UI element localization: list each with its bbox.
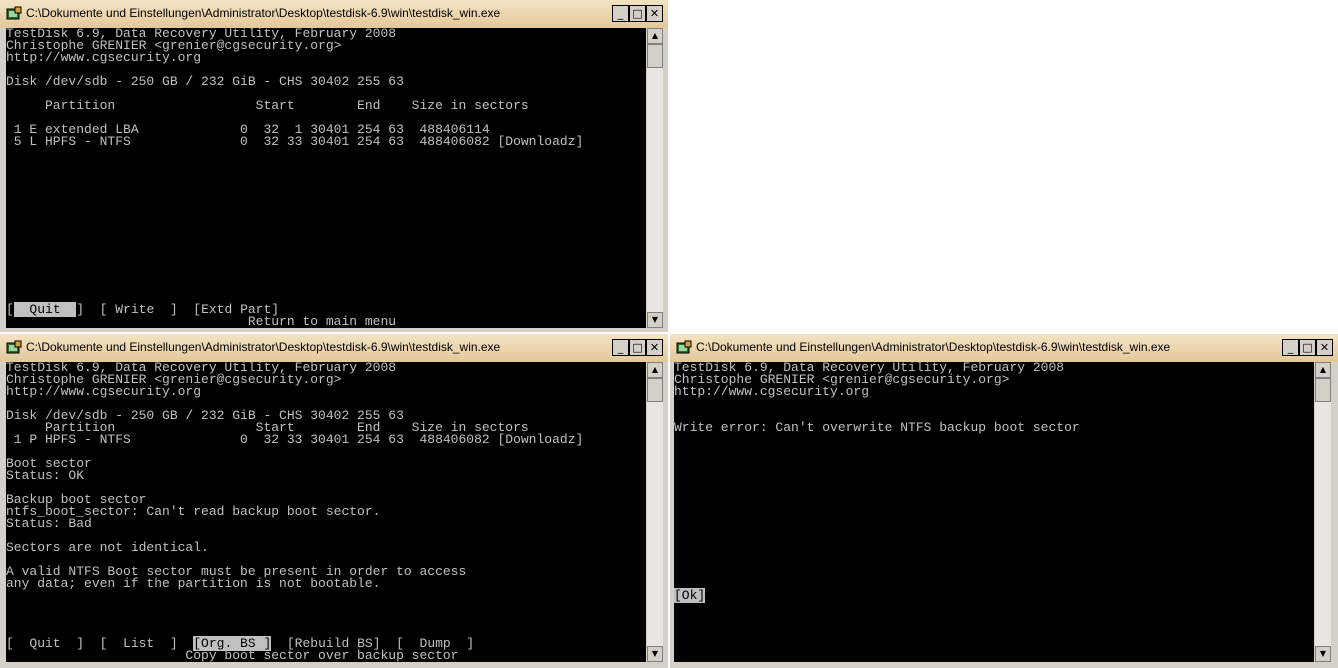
header-line: http://www.cgsecurity.org bbox=[674, 384, 870, 399]
partition-row[interactable]: 5 L HPFS - NTFS 0 32 33 30401 254 63 488… bbox=[6, 135, 646, 148]
console-area[interactable]: TestDisk 6.9, Data Recovery Utility, Feb… bbox=[674, 362, 1314, 662]
console-app-icon bbox=[676, 340, 692, 354]
header-line: http://www.cgsecurity.org bbox=[6, 384, 202, 399]
backup-error-text: ntfs_boot_sector: Can't read backup boot… bbox=[6, 504, 381, 519]
vertical-scrollbar[interactable]: ▲ ▼ bbox=[647, 362, 663, 662]
write-error-text: Write error: Can't overwrite NTFS backup… bbox=[674, 420, 1080, 435]
scroll-up-arrow-icon[interactable]: ▲ bbox=[1315, 362, 1331, 378]
scroll-down-arrow-icon[interactable]: ▼ bbox=[647, 312, 663, 328]
close-button[interactable]: ✕ bbox=[1316, 339, 1333, 356]
scroll-thumb[interactable] bbox=[647, 44, 663, 68]
testdisk-window-boot-sector[interactable]: C:\Dokumente und Einstellungen\Administr… bbox=[0, 334, 668, 668]
partition-row: 1 P HPFS - NTFS 0 32 33 30401 254 63 488… bbox=[6, 432, 584, 447]
window-title: C:\Dokumente und Einstellungen\Administr… bbox=[696, 340, 1171, 354]
not-identical-text: Sectors are not identical. bbox=[6, 540, 209, 555]
maximize-button[interactable]: □ bbox=[629, 5, 646, 22]
minimize-button[interactable]: _ bbox=[612, 5, 629, 22]
disk-info: Disk /dev/sdb - 250 GB / 232 GiB - CHS 3… bbox=[6, 74, 404, 89]
console-app-icon bbox=[6, 340, 22, 354]
scroll-up-arrow-icon[interactable]: ▲ bbox=[647, 28, 663, 44]
maximize-button[interactable]: □ bbox=[1299, 339, 1316, 356]
boot-sector-label: Boot sector bbox=[6, 456, 92, 471]
console-app-icon bbox=[6, 6, 22, 20]
close-button[interactable]: ✕ bbox=[646, 339, 663, 356]
scroll-thumb[interactable] bbox=[1315, 378, 1331, 402]
minimize-button[interactable]: _ bbox=[612, 339, 629, 356]
minimize-button[interactable]: _ bbox=[1282, 339, 1299, 356]
menu-hint: Copy boot sector over backup sector bbox=[6, 648, 459, 662]
scroll-up-arrow-icon[interactable]: ▲ bbox=[647, 362, 663, 378]
title-bar[interactable]: C:\Dokumente und Einstellungen\Administr… bbox=[0, 334, 668, 362]
vertical-scrollbar[interactable]: ▲ ▼ bbox=[1315, 362, 1331, 662]
vertical-scrollbar[interactable]: ▲ ▼ bbox=[647, 28, 663, 328]
testdisk-window-write-error[interactable]: C:\Dokumente und Einstellungen\Administr… bbox=[670, 334, 1338, 668]
window-title: C:\Dokumente und Einstellungen\Administr… bbox=[26, 6, 501, 20]
testdisk-window-partitions[interactable]: C:\Dokumente und Einstellungen\Administr… bbox=[0, 0, 668, 332]
close-button[interactable]: ✕ bbox=[646, 5, 663, 22]
partition-columns: Partition Start End Size in sectors bbox=[6, 98, 529, 113]
boot-sector-status: Status: OK bbox=[6, 468, 85, 483]
header-line: http://www.cgsecurity.org bbox=[6, 50, 202, 65]
maximize-button[interactable]: □ bbox=[629, 339, 646, 356]
console-area[interactable]: TestDisk 6.9, Data Recovery Utility, Feb… bbox=[6, 362, 646, 662]
window-title: C:\Dokumente und Einstellungen\Administr… bbox=[26, 340, 501, 354]
backup-status: Status: Bad bbox=[6, 516, 92, 531]
title-bar[interactable]: C:\Dokumente und Einstellungen\Administr… bbox=[670, 334, 1338, 362]
message-line: any data; even if the partition is not b… bbox=[6, 576, 381, 591]
ok-button[interactable]: [Ok] bbox=[674, 588, 706, 603]
title-bar[interactable]: C:\Dokumente und Einstellungen\Administr… bbox=[0, 0, 668, 28]
scroll-down-arrow-icon[interactable]: ▼ bbox=[647, 646, 663, 662]
menu-hint: Return to main menu bbox=[6, 314, 397, 328]
scroll-thumb[interactable] bbox=[647, 378, 663, 402]
scroll-down-arrow-icon[interactable]: ▼ bbox=[1315, 646, 1331, 662]
console-area[interactable]: TestDisk 6.9, Data Recovery Utility, Feb… bbox=[6, 28, 646, 328]
